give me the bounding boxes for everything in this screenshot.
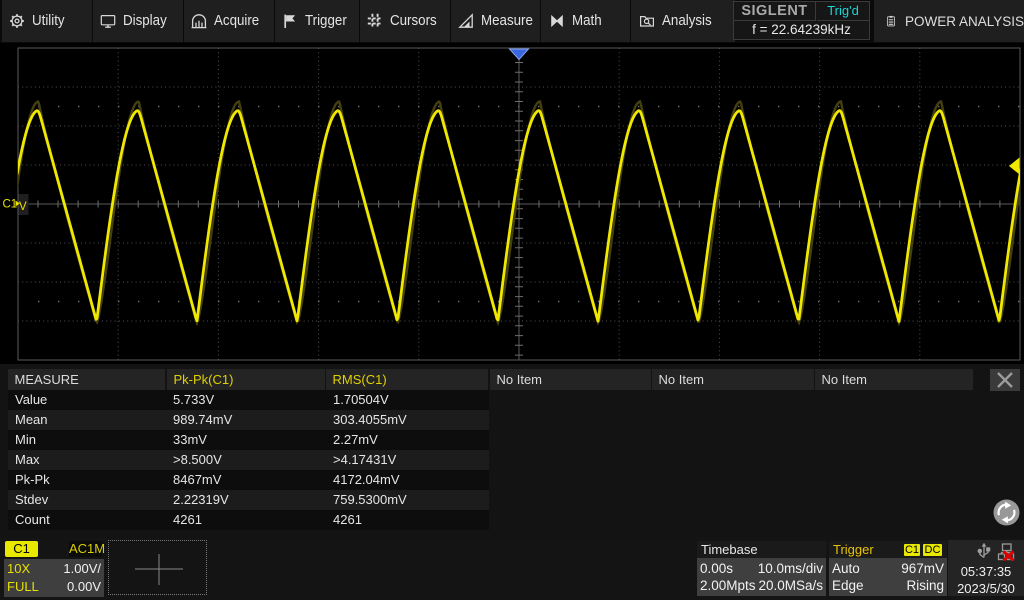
svg-text:V: V (19, 201, 27, 213)
svg-text:C1: C1 (3, 199, 18, 211)
